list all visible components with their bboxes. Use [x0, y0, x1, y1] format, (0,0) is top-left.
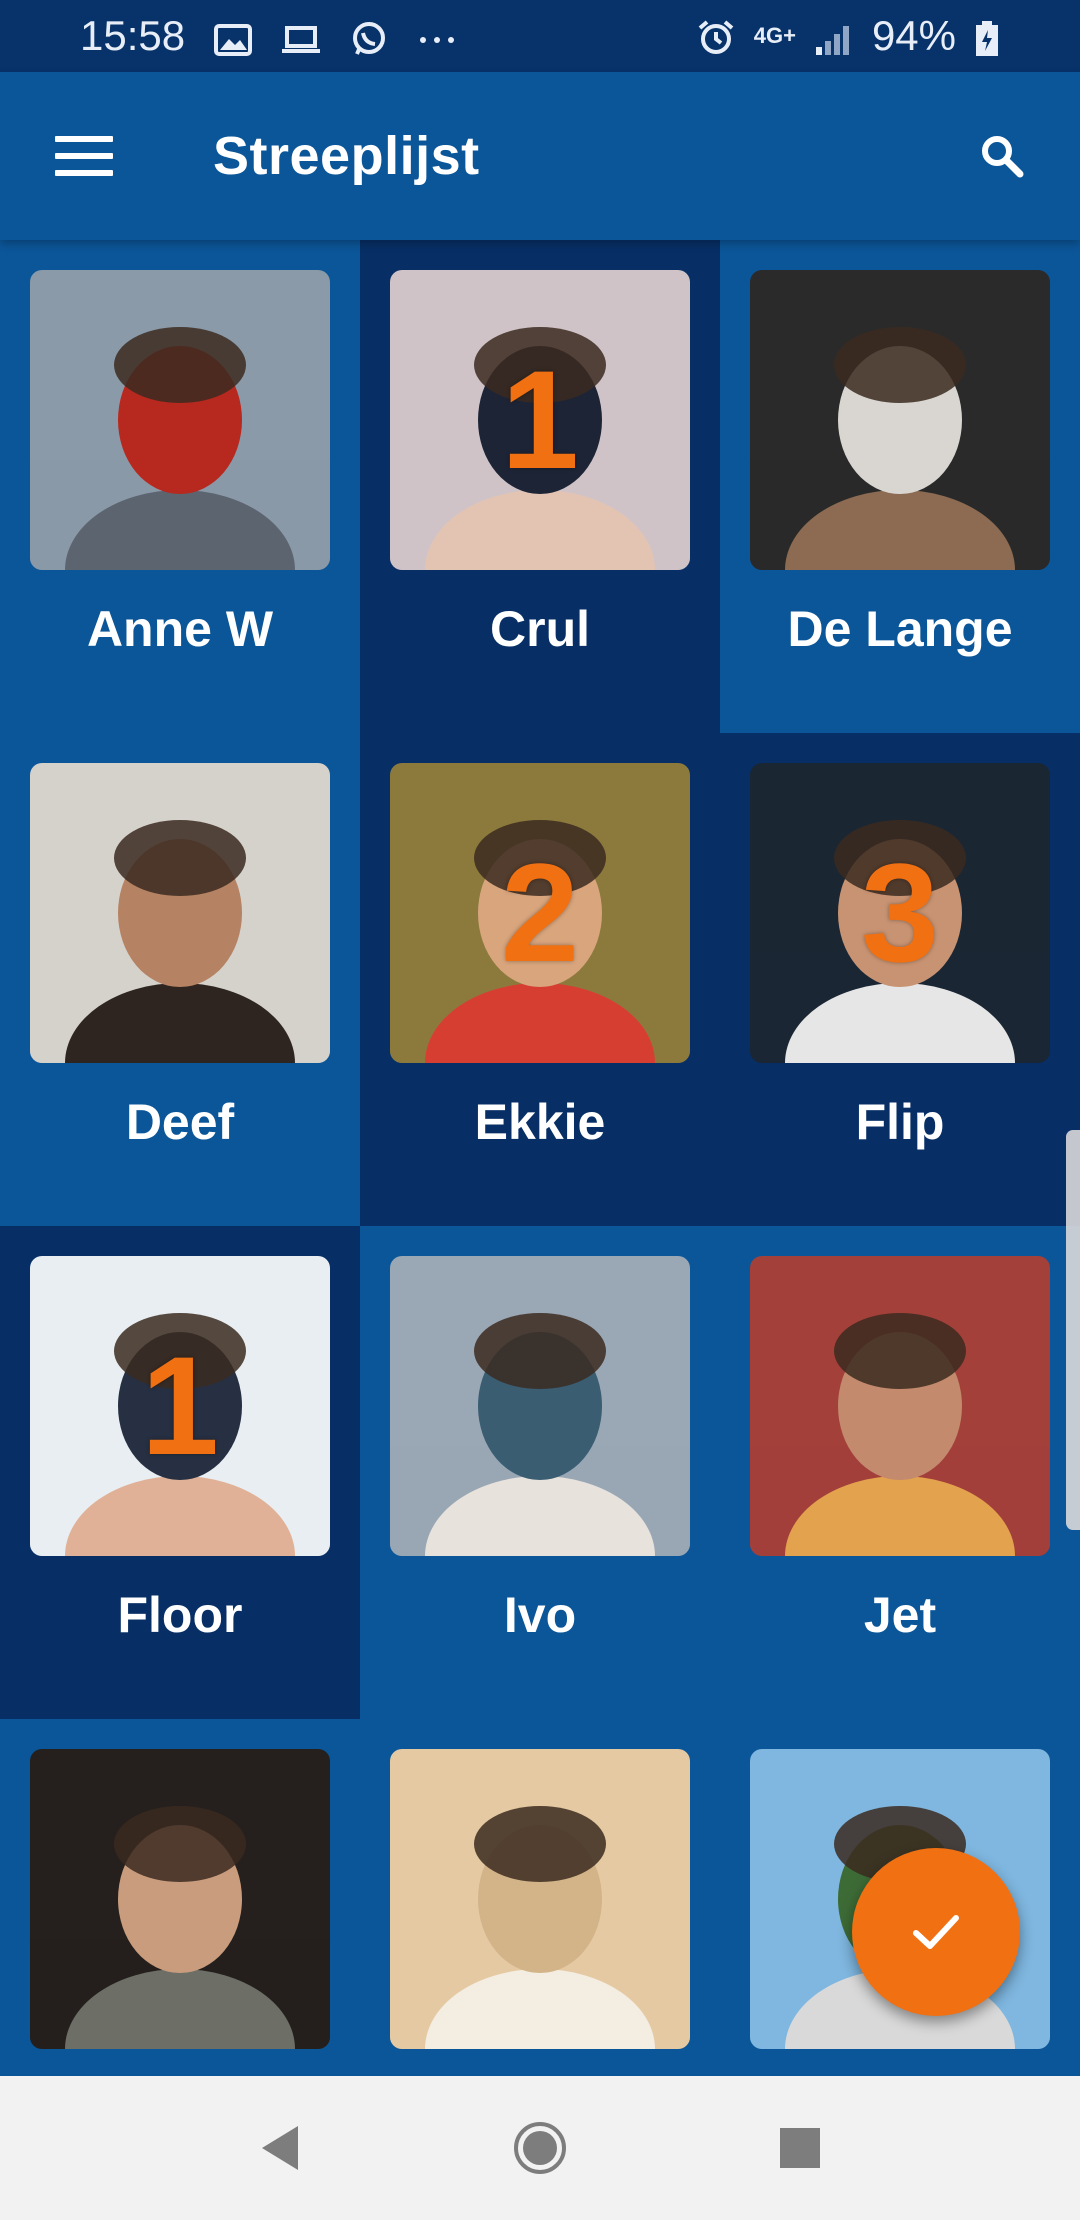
person-name: Flip — [855, 1094, 945, 1150]
person-name: Floor — [117, 1587, 243, 1643]
person-tile[interactable]: 1 Crul — [360, 240, 720, 733]
laptop-icon — [281, 19, 321, 53]
scrollbar-thumb[interactable] — [1066, 1130, 1080, 1530]
app-title: Streeplijst — [213, 126, 480, 186]
back-triangle-icon[interactable] — [250, 2118, 310, 2178]
tally-count: 1 — [501, 341, 579, 498]
avatar-photo: 1 — [390, 270, 690, 570]
avatar-photo — [750, 270, 1050, 570]
network-type: 4G+ — [753, 23, 796, 48]
avatar-photo — [30, 763, 330, 1063]
home-circle-icon[interactable] — [510, 2118, 570, 2178]
avatar-photo: 3 — [750, 763, 1050, 1063]
tally-count: 2 — [501, 834, 579, 991]
tally-count — [30, 763, 330, 1063]
tally-count: 1 — [141, 1327, 219, 1484]
tally-count — [30, 270, 330, 570]
person-name: Crul — [490, 601, 590, 657]
app-bar: Streeplijst — [0, 72, 1080, 240]
person-tile[interactable]: Anne W — [0, 240, 360, 733]
status-time: 15:58 — [80, 12, 186, 59]
image-icon — [213, 19, 253, 56]
app-screen: 15:58 4G+ 94% Streeplijst Anne W 1 Crul … — [0, 0, 1080, 2220]
person-tile[interactable]: De Lange — [720, 240, 1080, 733]
tally-count — [390, 1256, 690, 1556]
avatar-photo — [30, 270, 330, 570]
avatar-photo — [30, 1749, 330, 2049]
person-tile[interactable]: Ivo — [360, 1226, 720, 1719]
person-tile[interactable]: 3 Flip — [720, 733, 1080, 1226]
tally-count — [390, 1749, 690, 2049]
person-name: Jet — [863, 1587, 937, 1643]
avatar-photo — [390, 1256, 690, 1556]
avatar-photo — [390, 1749, 690, 2049]
battery-icon — [974, 19, 1000, 56]
hamburger-menu-icon[interactable] — [55, 136, 113, 176]
person-name: Deef — [125, 1094, 235, 1150]
alarm-icon — [696, 19, 736, 54]
person-tile[interactable]: Deef — [0, 733, 360, 1226]
recents-square-icon[interactable] — [770, 2118, 830, 2178]
person-tile[interactable]: Jet — [720, 1226, 1080, 1719]
person-name: Anne W — [86, 601, 274, 657]
more-dots-icon — [417, 19, 457, 53]
avatar-photo: 1 — [30, 1256, 330, 1556]
confirm-fab-button[interactable] — [852, 1848, 1020, 2016]
avatar-photo — [750, 1256, 1050, 1556]
tally-count — [750, 1256, 1050, 1556]
checkmark-icon — [913, 1915, 959, 1949]
tally-count — [750, 270, 1050, 570]
system-nav-bar — [0, 2076, 1080, 2220]
whatsapp-icon — [349, 19, 389, 55]
avatar-photo: 2 — [390, 763, 690, 1063]
signal-icon — [814, 19, 854, 55]
person-name: De Lange — [787, 601, 1013, 657]
person-name: Ekkie — [474, 1094, 606, 1150]
person-tile[interactable]: 2 Ekkie — [360, 733, 720, 1226]
status-bar: 15:58 4G+ 94% — [0, 0, 1080, 72]
tally-count: 3 — [861, 834, 939, 991]
battery-percentage: 94% — [871, 12, 956, 59]
tally-count — [30, 1749, 330, 2049]
person-name: Ivo — [503, 1587, 577, 1643]
person-tile[interactable]: 1 Floor — [0, 1226, 360, 1719]
search-icon[interactable] — [972, 126, 1032, 186]
